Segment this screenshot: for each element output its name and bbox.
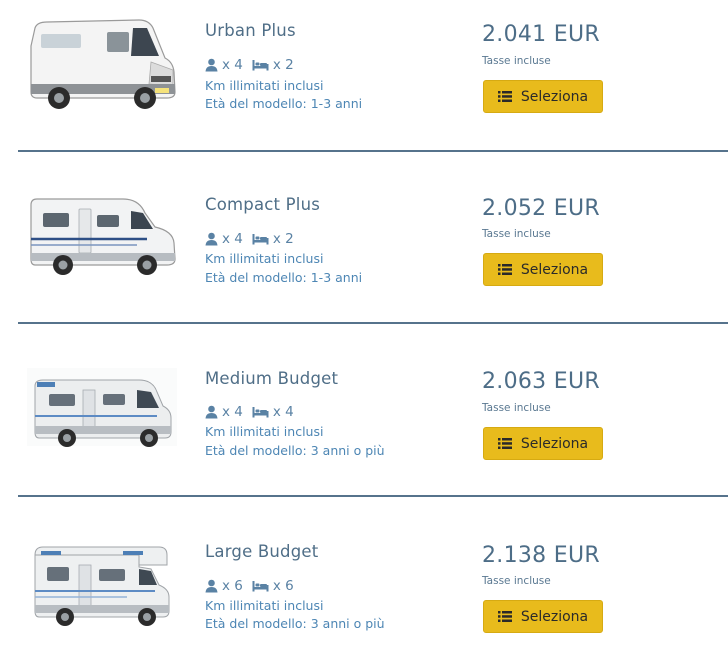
tax-note: Tasse incluse xyxy=(482,402,551,414)
beds-count: x 2 xyxy=(272,57,294,73)
price: 2.052 EUR xyxy=(482,196,600,221)
select-button[interactable]: Seleziona xyxy=(483,427,603,460)
km-info: Km illimitati inclusi xyxy=(205,598,324,613)
persons-count: x 4 xyxy=(222,231,243,247)
price: 2.063 EUR xyxy=(482,369,600,394)
tax-note: Tasse incluse xyxy=(482,55,551,67)
vehicle-name[interactable]: Large Budget xyxy=(205,542,318,561)
age-info: Età del modello: 1-3 anni xyxy=(205,270,363,285)
select-button-label: Seleziona xyxy=(520,435,589,452)
tax-note: Tasse incluse xyxy=(482,575,551,587)
list-icon xyxy=(497,611,512,622)
select-button[interactable]: Seleziona xyxy=(483,253,603,286)
capacity-row: x 4 x 2 xyxy=(205,231,303,247)
persons-count: x 6 xyxy=(222,578,243,594)
select-button-label: Seleziona xyxy=(520,608,589,625)
km-info: Km illimitati inclusi xyxy=(205,78,324,93)
divider xyxy=(18,322,728,324)
persons-count: x 4 xyxy=(222,404,243,420)
person-icon xyxy=(205,405,218,419)
vehicle-card: Medium Budget x 4 x 4 Km illimitati incl… xyxy=(0,347,728,521)
capacity-row: x 4 x 4 xyxy=(205,404,303,420)
vehicle-list: Urban Plus x 4 x 2 Km illimitati inclusi… xyxy=(0,0,728,668)
bed-icon xyxy=(252,407,269,418)
price: 2.138 EUR xyxy=(482,543,600,568)
persons-count: x 4 xyxy=(222,57,243,73)
list-icon xyxy=(497,91,512,102)
select-button[interactable]: Seleziona xyxy=(483,80,603,113)
vehicle-name[interactable]: Urban Plus xyxy=(205,21,296,40)
person-icon xyxy=(205,58,218,72)
beds-count: x 2 xyxy=(272,231,294,247)
age-info: Età del modello: 3 anni o più xyxy=(205,616,385,631)
tax-note: Tasse incluse xyxy=(482,228,551,240)
vehicle-image-motorhome[interactable] xyxy=(24,351,180,455)
vehicle-name[interactable]: Medium Budget xyxy=(205,369,338,388)
vehicle-image-van[interactable] xyxy=(24,12,180,116)
vehicle-card: Compact Plus x 4 x 2 Km illimitati inclu… xyxy=(0,174,728,348)
bed-icon xyxy=(252,60,269,71)
bed-icon xyxy=(252,581,269,592)
vehicle-image-alcove[interactable] xyxy=(24,529,180,633)
capacity-row: x 6 x 6 xyxy=(205,578,303,594)
km-info: Km illimitati inclusi xyxy=(205,251,324,266)
person-icon xyxy=(205,579,218,593)
age-info: Età del modello: 1-3 anni xyxy=(205,96,363,111)
list-icon xyxy=(497,264,512,275)
vehicle-card: Large Budget x 6 x 6 Km illimitati inclu… xyxy=(0,521,728,668)
price: 2.041 EUR xyxy=(482,22,600,47)
beds-count: x 4 xyxy=(272,404,294,420)
capacity-row: x 4 x 2 xyxy=(205,57,303,73)
divider xyxy=(18,495,728,497)
select-button-label: Seleziona xyxy=(520,261,589,278)
divider xyxy=(18,150,728,152)
km-info: Km illimitati inclusi xyxy=(205,424,324,439)
bed-icon xyxy=(252,234,269,245)
select-button-label: Seleziona xyxy=(520,88,589,105)
person-icon xyxy=(205,232,218,246)
beds-count: x 6 xyxy=(272,578,294,594)
list-icon xyxy=(497,438,512,449)
vehicle-name[interactable]: Compact Plus xyxy=(205,195,320,214)
select-button[interactable]: Seleziona xyxy=(483,600,603,633)
vehicle-card: Urban Plus x 4 x 2 Km illimitati inclusi… xyxy=(0,0,728,174)
vehicle-image-semi-integrated[interactable] xyxy=(24,180,180,284)
age-info: Età del modello: 3 anni o più xyxy=(205,443,385,458)
